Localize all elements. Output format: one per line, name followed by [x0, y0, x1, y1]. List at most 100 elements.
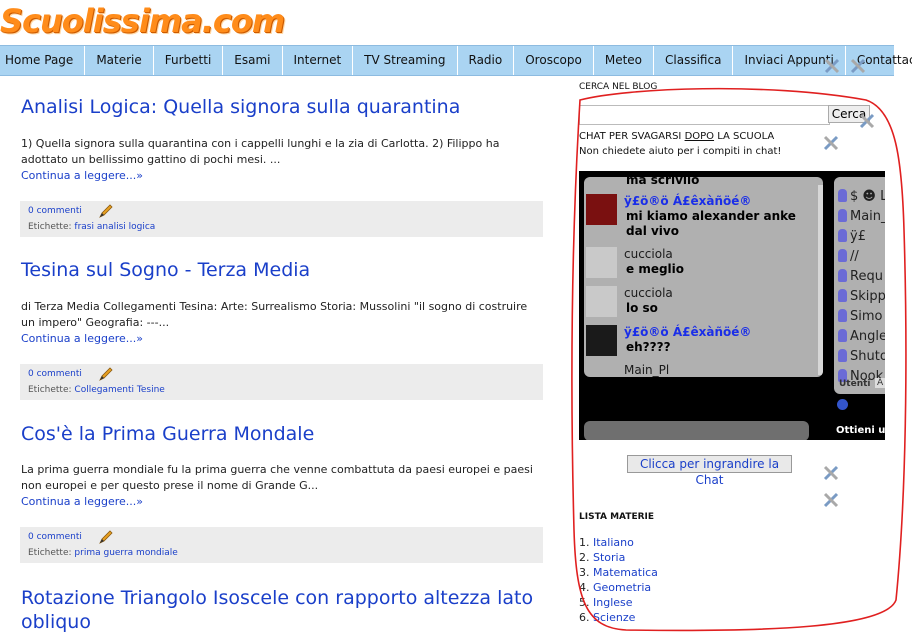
- chat-nick[interactable]: ÿ£ö®ö Á£êxàñöé®: [624, 325, 751, 339]
- chat-widget[interactable]: ma scrivilo ÿ£ö®ö Á£êxàñöé® mi kiamo ale…: [579, 171, 885, 440]
- search-input[interactable]: [579, 105, 830, 125]
- chat-user[interactable]: //: [838, 249, 859, 264]
- list-item: 5. Inglese: [579, 595, 658, 610]
- post-footer: 0 commenti Etichette: Collegamenti Tesin…: [20, 364, 543, 400]
- chat-user-name: Simo: [850, 309, 883, 324]
- avatar: [586, 247, 617, 278]
- chat-user-name: Angle: [850, 329, 885, 344]
- list-item: 4. Geometria: [579, 580, 658, 595]
- chat-users-panel[interactable]: $ ☻ L Main_ ÿ£ // Requ Skipp Simo Angle …: [834, 177, 885, 394]
- chat-nick[interactable]: cucciola: [624, 286, 673, 300]
- nav-esami[interactable]: Esami: [223, 46, 283, 75]
- subject-link-geometria[interactable]: Geometria: [593, 581, 651, 594]
- chat-user[interactable]: Angle: [838, 329, 885, 344]
- list-item-number: 5.: [579, 596, 590, 609]
- labels-prefix: Etichette:: [28, 222, 72, 232]
- chat-user[interactable]: ÿ£: [838, 229, 866, 244]
- chat-nick[interactable]: ÿ£ö®ö Á£êxàñöé®: [624, 194, 751, 208]
- chat-message-text: ma scrivilo: [626, 177, 700, 187]
- chat-user[interactable]: Shuto: [838, 349, 885, 364]
- chat-message-text: e meglio: [626, 262, 685, 276]
- tools-icon[interactable]: [849, 57, 867, 75]
- nav-classifica[interactable]: Classifica: [654, 46, 734, 75]
- chat-messages-panel[interactable]: ma scrivilo ÿ£ö®ö Á£êxàñöé® mi kiamo ale…: [584, 177, 823, 377]
- list-item: 6. Scienze: [579, 610, 658, 625]
- chat-tab-users[interactable]: Utenti: [839, 379, 871, 389]
- chat-heading-dopo: DOPO: [684, 131, 715, 142]
- read-more-link[interactable]: Continua a leggere...»: [21, 332, 143, 345]
- subject-link-storia[interactable]: Storia: [593, 551, 625, 564]
- labels-prefix: Etichette:: [28, 385, 72, 395]
- nav-tv-streaming[interactable]: TV Streaming: [353, 46, 458, 75]
- comments-link[interactable]: 0 commenti: [28, 532, 82, 542]
- post-labels: Etichette: prima guerra mondiale: [28, 548, 178, 558]
- read-more-link[interactable]: Continua a leggere...»: [21, 169, 143, 182]
- read-more-link[interactable]: Continua a leggere...»: [21, 495, 143, 508]
- list-item-number: 3.: [579, 566, 590, 579]
- tools-icon[interactable]: [822, 464, 840, 482]
- chat-user[interactable]: Skipp: [838, 289, 885, 304]
- label-link[interactable]: Collegamenti Tesine: [74, 385, 164, 395]
- chat-nick[interactable]: cucciola: [624, 247, 673, 261]
- chat-user[interactable]: Requ: [838, 269, 883, 284]
- post-excerpt-text: di Terza Media Collegamenti Tesina: Arte…: [21, 300, 528, 329]
- chat-scrollbar[interactable]: [818, 185, 823, 375]
- chat-note: Non chiedete aiuto per i compiti in chat…: [579, 146, 782, 157]
- tools-icon[interactable]: [822, 134, 840, 152]
- nav-materie[interactable]: Materie: [85, 46, 154, 75]
- comments-link[interactable]: 0 commenti: [28, 206, 82, 216]
- nav-radio[interactable]: Radio: [458, 46, 515, 75]
- chat-input[interactable]: [584, 421, 809, 440]
- chat-user[interactable]: Simo: [838, 309, 882, 324]
- label-link[interactable]: frasi analisi logica: [74, 222, 155, 232]
- subject-link-matematica[interactable]: Matematica: [593, 566, 658, 579]
- chat-user-name: //: [850, 249, 859, 264]
- chat-user[interactable]: Main_: [838, 209, 885, 224]
- chat-toolbar-icons[interactable]: [837, 399, 848, 413]
- chat-message-text: eh????: [626, 340, 671, 354]
- nav-oroscopo[interactable]: Oroscopo: [514, 46, 594, 75]
- list-item: 3. Matematica: [579, 565, 658, 580]
- subject-list: 1. Italiano 2. Storia 3. Matematica 4. G…: [579, 535, 658, 625]
- labels-prefix: Etichette:: [28, 548, 72, 558]
- site-logo[interactable]: Scuolissima.com: [0, 2, 285, 40]
- pencil-edit-icon[interactable]: [98, 529, 114, 545]
- get-chat-label[interactable]: Ottieni una: [836, 425, 885, 436]
- help-icon[interactable]: [837, 399, 848, 410]
- post-title[interactable]: Analisi Logica: Quella signora sulla qua…: [21, 96, 460, 118]
- chat-user-name: $ ☻ L: [850, 189, 885, 204]
- expand-chat-button[interactable]: Clicca per ingrandire la Chat: [627, 455, 792, 487]
- post-footer: 0 commenti Etichette: prima guerra mondi…: [20, 527, 543, 563]
- comments-link[interactable]: 0 commenti: [28, 369, 82, 379]
- post-labels: Etichette: Collegamenti Tesine: [28, 385, 165, 395]
- tools-icon[interactable]: [823, 57, 841, 75]
- chat-heading-pre: CHAT PER SVAGARSI: [579, 131, 685, 142]
- nav-meteo[interactable]: Meteo: [594, 46, 655, 75]
- post-title[interactable]: Cos'è la Prima Guerra Mondale: [21, 423, 314, 445]
- list-item-number: 6.: [579, 611, 590, 624]
- pencil-edit-icon[interactable]: [98, 203, 114, 219]
- chat-nick[interactable]: Main_Pl: [624, 363, 669, 377]
- nav-internet[interactable]: Internet: [283, 46, 354, 75]
- subject-link-inglese[interactable]: Inglese: [593, 596, 633, 609]
- list-item: 1. Italiano: [579, 535, 658, 550]
- tools-icon[interactable]: [858, 112, 876, 130]
- list-item: 2. Storia: [579, 550, 658, 565]
- label-link[interactable]: prima guerra mondiale: [74, 548, 177, 558]
- post-title[interactable]: Rotazione Triangolo Isoscele con rapport…: [21, 586, 536, 634]
- chat-heading: CHAT PER SVAGARSI DOPO LA SCUOLA: [579, 131, 774, 142]
- post-title[interactable]: Tesina sul Sogno - Terza Media: [21, 259, 310, 281]
- subject-link-scienze[interactable]: Scienze: [593, 611, 635, 624]
- avatar: [586, 325, 617, 356]
- post-excerpt-text: La prima guerra mondiale fu la prima gue…: [21, 463, 533, 492]
- chat-message-text: mi kiamo alexander anke: [626, 209, 796, 223]
- tools-icon[interactable]: [822, 491, 840, 509]
- list-heading: LISTA MATERIE: [579, 512, 655, 522]
- nav-home-page[interactable]: Home Page: [0, 46, 86, 75]
- chat-tab-other[interactable]: A: [875, 378, 885, 388]
- pencil-edit-icon[interactable]: [98, 366, 114, 382]
- chat-user[interactable]: $ ☻ L: [838, 189, 885, 204]
- subject-link-italiano[interactable]: Italiano: [593, 536, 634, 549]
- chat-user-name: Requ: [850, 269, 883, 284]
- nav-furbetti[interactable]: Furbetti: [154, 46, 224, 75]
